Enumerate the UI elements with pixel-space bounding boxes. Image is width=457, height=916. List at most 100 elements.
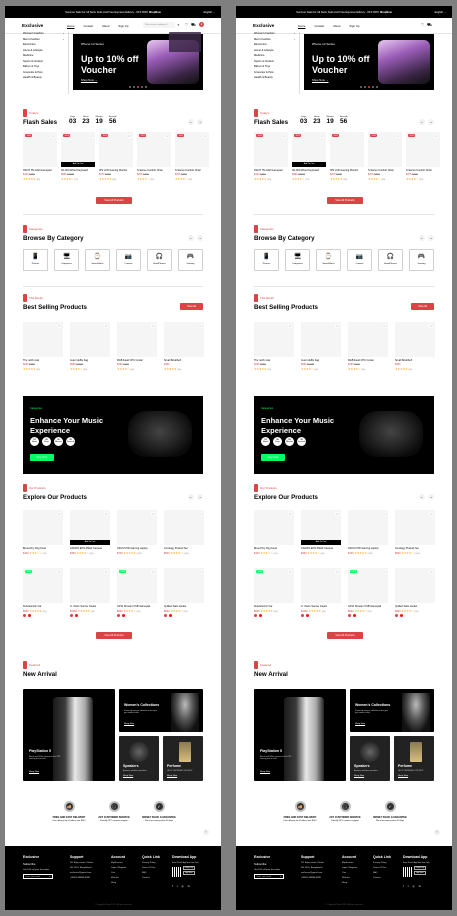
flash-product-card[interactable]: -30% ♡ IPS LCD Gaming Monitor $370 $400 …	[99, 132, 133, 181]
heart-icon[interactable]: ♡	[335, 512, 339, 516]
heart-icon[interactable]: ♡	[429, 512, 433, 516]
arrow-right-icon[interactable]: →	[428, 119, 434, 125]
hero-banner[interactable]: iPhone 14 Series Up to 10% off Voucher S…	[304, 34, 434, 90]
flash-product-card[interactable]: -30% ♡ IPS LCD Gaming Monitor $370 $400 …	[330, 132, 364, 181]
arrow-left-icon[interactable]: ←	[419, 119, 425, 125]
footer-link[interactable]: Contact	[142, 877, 160, 879]
cart-icon[interactable]: ⛟	[191, 22, 196, 27]
logo[interactable]: Exclusive	[22, 23, 43, 28]
explore-product-card[interactable]: ♡ Add To Cart CANON EOS DSLR Camera $360…	[301, 510, 341, 555]
color-swatches[interactable]	[23, 614, 63, 617]
heart-icon[interactable]: ♡	[184, 22, 189, 27]
footer-link[interactable]: Cart	[111, 872, 126, 874]
heart-icon[interactable]: ♡	[198, 570, 202, 574]
heart-icon[interactable]: ♡	[396, 134, 400, 138]
app-store-button[interactable]: App Store	[414, 871, 426, 875]
arrow-left-icon[interactable]: ←	[419, 235, 425, 241]
footer-link[interactable]: Privacy Policy	[373, 862, 391, 864]
color-swatches[interactable]	[254, 614, 294, 617]
explore-product-card[interactable]: NEW ♡ GP11 Shooter USB Gamepad $660 ★★★★…	[117, 568, 157, 617]
footer-link[interactable]: Terms Of Use	[373, 867, 391, 869]
color-swatches[interactable]	[70, 614, 110, 617]
ps5-shop-link[interactable]: Shop Now	[29, 771, 39, 773]
arrow-left-icon[interactable]: ←	[419, 494, 425, 500]
carousel-dots[interactable]	[129, 86, 147, 88]
best-product-card[interactable]: ♡ The north coat $260 $360 ★★★★★ (65)	[254, 322, 294, 371]
flash-product-card[interactable]: -25% ♡ S-Series Comfort Chair $375 $400 …	[406, 132, 440, 181]
add-to-cart-button[interactable]: Add To Cart	[70, 540, 110, 545]
app-store-button[interactable]: App Store	[183, 871, 195, 875]
explore-product-card[interactable]: ♡ Breed Dry Dog Food $100 ★★★☆☆ (35)	[254, 510, 294, 555]
women-card[interactable]: Women's Collections Featured woman colle…	[350, 689, 434, 732]
nav-link[interactable]: Contact	[314, 24, 324, 28]
flash-product-card[interactable]: -35% ♡ Add To Cart AK-900 Wired Keyboard…	[61, 132, 95, 181]
explore-product-card[interactable]: NEW ♡ GP11 Shooter USB Gamepad $660 ★★★★…	[348, 568, 388, 617]
language-select[interactable]: English ⌄	[435, 11, 446, 14]
women-shop-link[interactable]: Shop Now	[355, 723, 365, 725]
women-card[interactable]: Women's Collections Featured woman colle…	[119, 689, 203, 732]
hero-shop-now-link[interactable]: Shop Now →	[312, 78, 328, 82]
heart-icon[interactable]: ♡	[288, 570, 292, 574]
arrow-right-icon[interactable]: →	[197, 235, 203, 241]
heart-icon[interactable]: ♡	[382, 512, 386, 516]
heart-icon[interactable]: ♡	[434, 134, 438, 138]
arrow-right-icon[interactable]: →	[428, 494, 434, 500]
heart-icon[interactable]: ♡	[151, 512, 155, 516]
speakers-card[interactable]: Speakers Amazon wireless speakers Shop N…	[350, 736, 390, 781]
heart-icon[interactable]: ♡	[382, 324, 386, 328]
category-tile[interactable]: 🎧 HeadPhones	[378, 249, 403, 271]
instagram-icon[interactable]: ◎	[181, 885, 183, 888]
heart-icon[interactable]: ♡	[358, 134, 362, 138]
view-all-best-button[interactable]: View All	[411, 303, 434, 310]
best-product-card[interactable]: ♡ Small BookSelf $360 ★★★★★ (65)	[395, 322, 435, 371]
speakers-card[interactable]: Speakers Amazon wireless speakers Shop N…	[119, 736, 159, 781]
explore-product-card[interactable]: ♡ ASUS FHD Gaming Laptop $700 ★★★★★ (325…	[117, 510, 157, 555]
color-swatches[interactable]	[117, 614, 157, 617]
perfume-card[interactable]: Perfume GUCCI INTENSE OUD EDP Shop Now	[394, 736, 434, 781]
heart-icon[interactable]: ♡	[420, 22, 425, 27]
nav-link[interactable]: About	[333, 24, 340, 28]
explore-product-card[interactable]: ♡ Jr. Zoom Soccer Cleats $1160 ★★★★★ (35…	[301, 568, 341, 617]
twitter-icon[interactable]: t	[408, 885, 409, 888]
logo[interactable]: Exclusive	[253, 23, 274, 28]
footer-link[interactable]: Login / Register	[342, 867, 357, 869]
footer-link[interactable]: FAQ	[373, 872, 391, 874]
footer-link[interactable]: FAQ	[142, 872, 160, 874]
category-tile[interactable]: ⌚ SmartWatch	[85, 249, 110, 271]
speakers-shop-link[interactable]: Shop Now	[123, 775, 133, 777]
color-swatches[interactable]	[164, 614, 204, 617]
heart-icon[interactable]: ♡	[165, 134, 169, 138]
buy-now-button[interactable]: Buy Now!	[261, 454, 285, 461]
heart-icon[interactable]: ♡	[151, 324, 155, 328]
instagram-icon[interactable]: ◎	[412, 885, 414, 888]
linkedin-icon[interactable]: in	[419, 885, 421, 888]
flash-product-card[interactable]: -35% ♡ Add To Cart AK-900 Wired Keyboard…	[292, 132, 326, 181]
search-input[interactable]: What are you looking for?	[143, 22, 175, 28]
best-product-card[interactable]: ♡ RGB liquid CPU Cooler $160 $170 ★★★★☆ …	[348, 322, 388, 371]
heart-icon[interactable]: ♡	[89, 134, 93, 138]
women-shop-link[interactable]: Shop Now	[124, 723, 134, 725]
footer-link[interactable]: Shop	[111, 882, 126, 884]
heart-icon[interactable]: ♡	[198, 512, 202, 516]
nav-link[interactable]: Home	[298, 24, 305, 28]
best-product-card[interactable]: ♡ Gucci duffle bag $960 $1160 ★★★★☆ (65)	[70, 322, 110, 371]
arrow-left-icon[interactable]: ←	[188, 494, 194, 500]
view-all-explore-button[interactable]: View All Products	[96, 632, 132, 639]
heart-icon[interactable]: ♡	[127, 134, 131, 138]
heart-icon[interactable]: ♡	[57, 324, 61, 328]
flash-product-card[interactable]: -25% ♡ S-Series Comfort Chair $375 $400 …	[368, 132, 402, 181]
arrow-right-icon[interactable]: →	[428, 235, 434, 241]
facebook-icon[interactable]: f	[403, 885, 404, 888]
heart-icon[interactable]: ♡	[382, 570, 386, 574]
footer-link[interactable]: Privacy Policy	[142, 862, 160, 864]
explore-product-card[interactable]: ♡ Curology Product Set $500 ★★★★☆ (145)	[164, 510, 204, 555]
category-tile[interactable]: 📱 Phones	[23, 249, 48, 271]
add-to-cart-button[interactable]: Add To Cart	[301, 540, 341, 545]
heart-icon[interactable]: ♡	[288, 512, 292, 516]
explore-product-card[interactable]: NEW ♡ Kids Electric Car $960 ★★★★★ (65)	[23, 568, 63, 617]
view-all-flash-button[interactable]: View All Products	[96, 197, 132, 204]
category-tile[interactable]: ⌚ SmartWatch	[316, 249, 341, 271]
nav-link[interactable]: Home	[67, 24, 74, 28]
language-select[interactable]: English ⌄	[204, 11, 215, 14]
sidebar-item[interactable]: Health & Beauty	[254, 76, 299, 82]
